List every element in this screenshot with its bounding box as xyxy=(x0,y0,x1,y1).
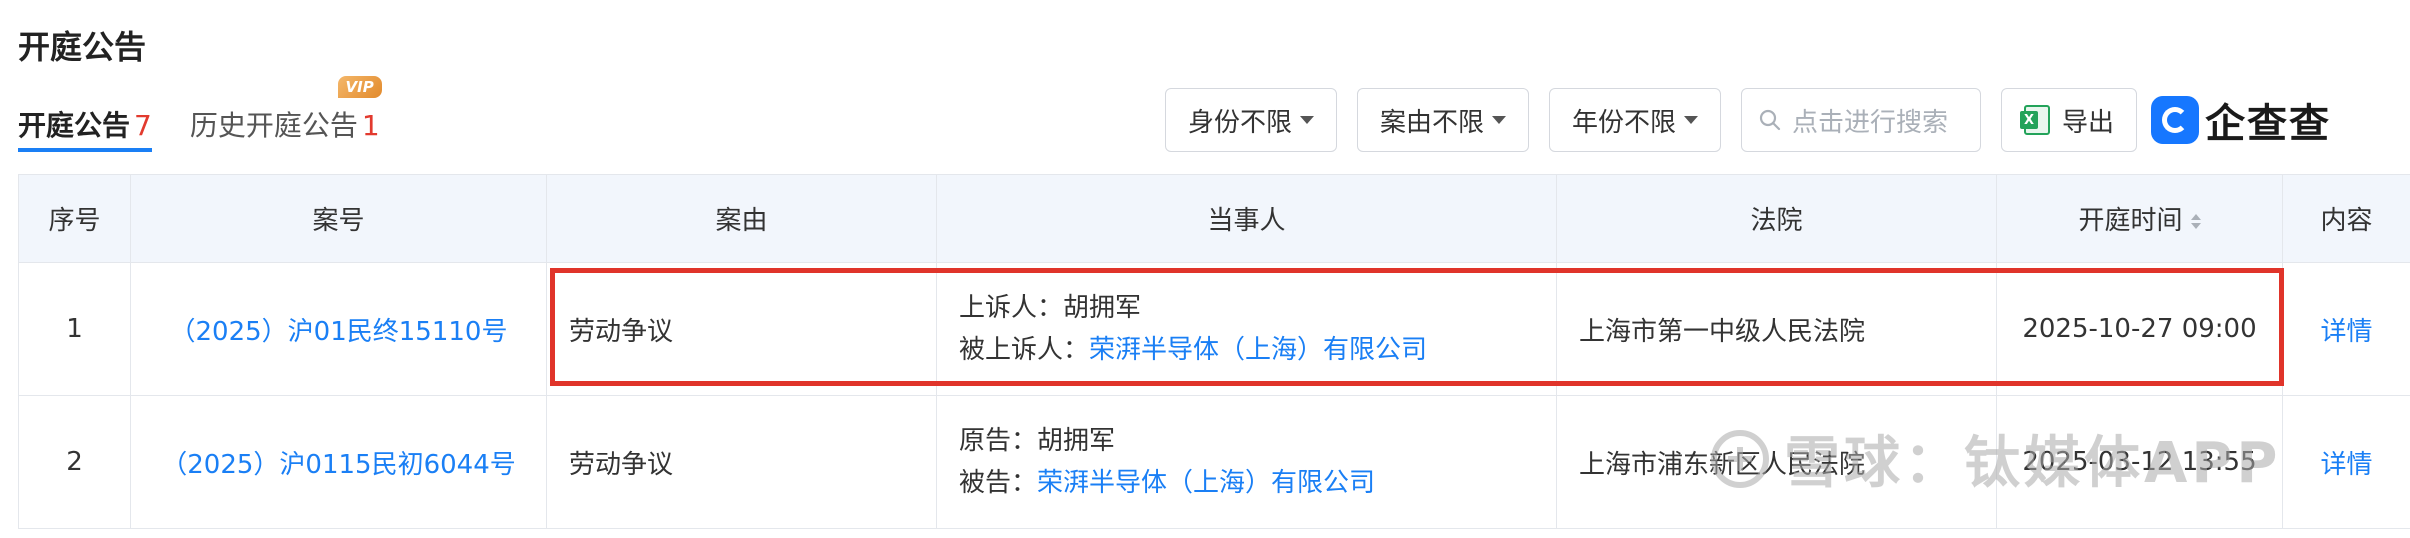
details-link[interactable]: 详情 xyxy=(2320,317,2372,347)
cell-parties: 上诉人：胡拥军 被上诉人：荣湃半导体（上海）有限公司 xyxy=(936,262,1557,396)
filter-label: 年份不限 xyxy=(1572,107,1677,138)
cell-court: 上海市浦东新区人民法院 xyxy=(1556,395,1997,529)
header-court: 法院 xyxy=(1556,174,1997,263)
excel-icon xyxy=(2020,105,2051,135)
brand-name: 企查查 xyxy=(2205,101,2332,147)
cell-court: 上海市第一中级人民法院 xyxy=(1556,262,1997,396)
cell-cause: 劳动争议 xyxy=(546,262,937,396)
tab-court-announcements[interactable]: 开庭公告 7 xyxy=(18,96,152,152)
filter-label: 案由不限 xyxy=(1380,107,1485,138)
chevron-down-icon xyxy=(1300,116,1315,124)
details-link[interactable]: 详情 xyxy=(2320,450,2372,480)
cell-case-no: （2025）沪01民终15110号 xyxy=(130,262,547,396)
export-button[interactable]: 导出 xyxy=(2001,88,2138,152)
header-index: 序号 xyxy=(18,174,131,263)
header-case-no: 案号 xyxy=(130,174,547,263)
tab-bar: 开庭公告 7 历史开庭公告 1 VIP xyxy=(18,76,418,152)
tab-label: 开庭公告 xyxy=(18,109,131,142)
cause-filter-dropdown[interactable]: 案由不限 xyxy=(1357,88,1530,152)
page: 开庭公告 开庭公告 7 历史开庭公告 1 VIP 身份不限 案由不限 年份不限 点击… xyxy=(0,0,2410,538)
cell-content: 详情 xyxy=(2282,262,2410,396)
header-parties: 当事人 xyxy=(936,174,1557,263)
table-row: 1 （2025）沪01民终15110号 劳动争议 上诉人：胡拥军 被上诉人：荣湃… xyxy=(18,262,2410,396)
header-cause: 案由 xyxy=(546,174,937,263)
cell-hearing-time: 2025-10-27 09:00 xyxy=(1996,262,2283,396)
case-no-link[interactable]: （2025）沪0115民初6044号 xyxy=(161,450,516,480)
cell-index: 2 xyxy=(18,395,131,529)
company-link[interactable]: 荣湃半导体（上海）有限公司 xyxy=(1089,335,1427,365)
party-role: 被告： xyxy=(959,468,1038,498)
brand-logo: 企查查 xyxy=(2151,91,2331,149)
court-announcement-table: 序号 案号 案由 当事人 法院 开庭时间 内容 1 （2025）沪01民终151… xyxy=(18,174,2410,529)
party-role: 被上诉人： xyxy=(959,335,1090,365)
export-label: 导出 xyxy=(2062,107,2115,138)
identity-filter-dropdown[interactable]: 身份不限 xyxy=(1165,88,1338,152)
case-no-link[interactable]: （2025）沪01民终15110号 xyxy=(170,317,508,347)
cell-hearing-time: 2025-03-12 13:55 xyxy=(1996,395,2283,529)
cell-index: 1 xyxy=(18,262,131,396)
table-row: 2 （2025）沪0115民初6044号 劳动争议 原告：胡拥军 被告：荣湃半导… xyxy=(18,395,2410,529)
filter-toolbar: 身份不限 案由不限 年份不限 点击进行搜索 导出 企查查 xyxy=(1165,88,2331,152)
chevron-down-icon xyxy=(1492,116,1507,124)
year-filter-dropdown[interactable]: 年份不限 xyxy=(1549,88,1722,152)
tab-label: 历史开庭公告 xyxy=(189,109,358,142)
tab-history-announcements[interactable]: 历史开庭公告 1 VIP xyxy=(189,76,382,152)
vip-badge: VIP xyxy=(337,76,382,98)
header-content: 内容 xyxy=(2282,174,2410,263)
table-header-row: 序号 案号 案由 当事人 法院 开庭时间 内容 xyxy=(18,174,2410,263)
search-input[interactable]: 点击进行搜索 xyxy=(1741,88,1982,152)
chevron-down-icon xyxy=(1684,116,1699,124)
party-name: 胡拥军 xyxy=(1037,426,1116,456)
company-link[interactable]: 荣湃半导体（上海）有限公司 xyxy=(1037,468,1375,498)
cell-case-no: （2025）沪0115民初6044号 xyxy=(130,395,547,529)
party-role: 原告： xyxy=(959,426,1038,456)
party-name: 胡拥军 xyxy=(1063,293,1142,323)
filter-label: 身份不限 xyxy=(1188,107,1293,138)
tab-count: 7 xyxy=(134,109,152,142)
sort-icon[interactable] xyxy=(2190,214,2201,229)
header-hearing-time-label: 开庭时间 xyxy=(2078,206,2183,236)
brand-logo-icon xyxy=(2151,96,2200,144)
page-title: 开庭公告 xyxy=(18,28,147,66)
header-hearing-time[interactable]: 开庭时间 xyxy=(1996,174,2283,263)
search-icon xyxy=(1759,109,1781,131)
party-role: 上诉人： xyxy=(959,293,1064,323)
cell-cause: 劳动争议 xyxy=(546,395,937,529)
cell-parties: 原告：胡拥军 被告：荣湃半导体（上海）有限公司 xyxy=(936,395,1557,529)
search-placeholder: 点击进行搜索 xyxy=(1792,107,1949,138)
tab-count: 1 xyxy=(361,109,380,142)
cell-content: 详情 xyxy=(2282,395,2410,529)
